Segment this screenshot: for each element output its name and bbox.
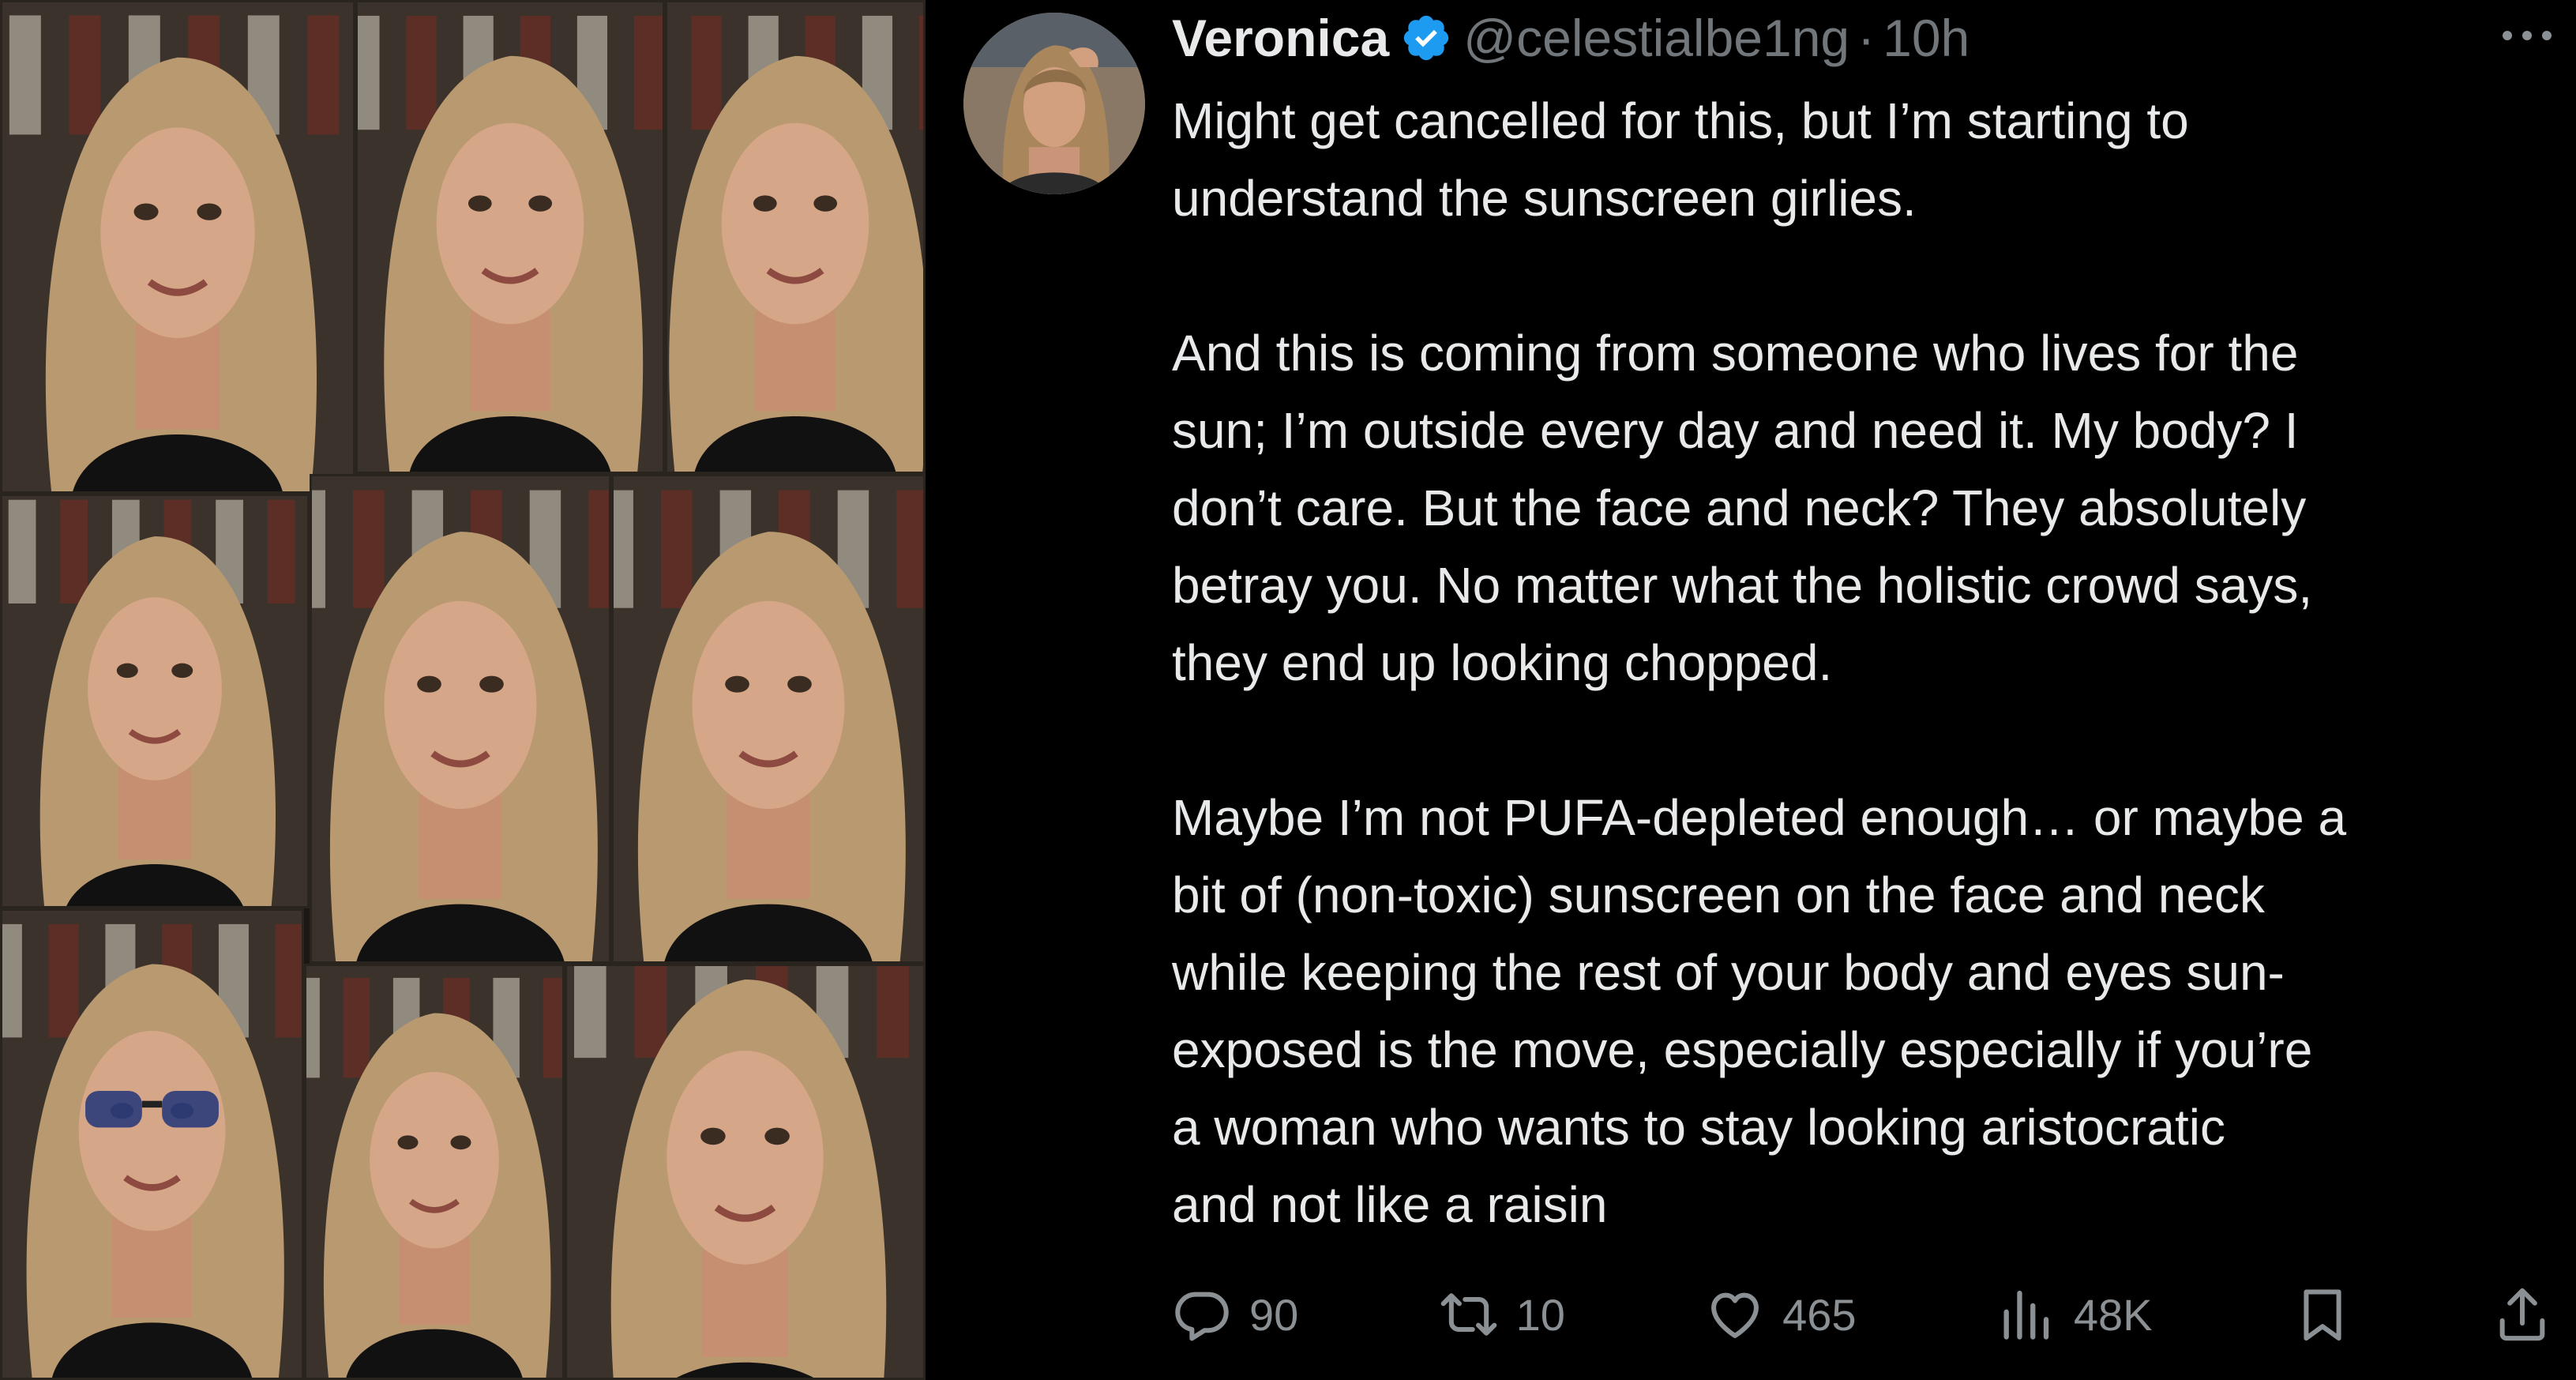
- collage-photo-7[interactable]: [0, 908, 304, 1380]
- reply-icon: [1175, 1292, 1229, 1341]
- verified-badge-icon: [1400, 12, 1452, 64]
- tweet-paragraph-1: Might get cancelled for this, but I’m st…: [1172, 82, 2562, 237]
- more-horizontal-icon: [2503, 31, 2552, 40]
- tweet-timestamp[interactable]: 10h: [1883, 5, 1970, 71]
- tweet-line: And this is coming from someone who live…: [1172, 325, 2299, 382]
- collage-photo-2[interactable]: [355, 0, 665, 474]
- tweet-paragraph-2: And this is coming from someone who live…: [1172, 314, 2562, 701]
- more-options-button[interactable]: [2495, 8, 2559, 63]
- views-bar-chart-icon: [2003, 1290, 2049, 1340]
- tweet-line: bit of (non-toxic) sunscreen on the face…: [1172, 867, 2265, 923]
- portrait-image: [2, 496, 307, 906]
- tweet-line: understand the sunscreen girlies.: [1172, 170, 1917, 227]
- tweet-line: betray you. No matter what the holistic …: [1172, 557, 2313, 614]
- tweet-line: while keeping the rest of your body and …: [1172, 944, 2285, 1001]
- reply-button[interactable]: 90: [1172, 1284, 1298, 1344]
- tweet-line: exposed is the move, especially especial…: [1172, 1021, 2313, 1078]
- views-button[interactable]: 48K: [1996, 1284, 2153, 1344]
- reply-count: 90: [1249, 1289, 1299, 1340]
- tweet-line: Might get cancelled for this, but I’m st…: [1172, 92, 2189, 149]
- tweet-paragraph-3: Maybe I’m not PUFA-depleted enough… or m…: [1172, 779, 2562, 1243]
- bookmark-button[interactable]: [2292, 1284, 2353, 1344]
- repost-count: 10: [1515, 1289, 1565, 1340]
- like-count: 465: [1782, 1289, 1857, 1340]
- share-button[interactable]: [2492, 1284, 2552, 1344]
- tweet-line: Maybe I’m not PUFA-depleted enough… or m…: [1172, 789, 2347, 846]
- portrait-image: [306, 966, 562, 1378]
- portrait-image: [2, 2, 353, 491]
- tweet-line: don’t care. But the face and neck? They …: [1172, 479, 2307, 536]
- portrait-image: [312, 476, 609, 961]
- share-icon: [2499, 1288, 2545, 1341]
- header-separator: ·: [1857, 9, 1876, 67]
- avatar[interactable]: [963, 13, 1145, 194]
- repost-button[interactable]: 10: [1439, 1284, 1565, 1344]
- user-handle[interactable]: @celestialbe1ng: [1463, 5, 1849, 71]
- avatar-image: [963, 13, 1145, 194]
- tweet: Veronica @celestialbe1ng · 10h Might get…: [926, 0, 2576, 1380]
- repost-icon: [1440, 1293, 1496, 1336]
- photo-collage[interactable]: [0, 0, 926, 1380]
- portrait-image: [567, 966, 923, 1378]
- heart-icon: [1711, 1292, 1759, 1338]
- tweet-line: a woman who wants to stay looking aristo…: [1172, 1099, 2225, 1156]
- display-name[interactable]: Veronica: [1172, 5, 1389, 71]
- tweet-action-bar: 90 10 465 48K: [1172, 1280, 2552, 1349]
- bookmark-icon: [2304, 1289, 2341, 1341]
- collage-photo-4[interactable]: [0, 494, 310, 908]
- portrait-image: [614, 476, 923, 961]
- views-count: 48K: [2073, 1289, 2153, 1340]
- collage-photo-1[interactable]: [0, 0, 355, 494]
- collage-photo-5[interactable]: [310, 474, 611, 964]
- portrait-image: [2, 911, 302, 1378]
- collage-photo-8[interactable]: [304, 964, 565, 1380]
- tweet-line: and not like a raisin: [1172, 1176, 1608, 1233]
- portrait-image: [358, 2, 663, 472]
- tweet-line: they end up looking chopped.: [1172, 634, 1833, 691]
- portrait-image: [667, 2, 923, 472]
- tweet-line: sun; I’m outside every day and need it. …: [1172, 402, 2299, 459]
- collage-photo-6[interactable]: [611, 474, 926, 964]
- like-button[interactable]: 465: [1705, 1284, 1857, 1344]
- collage-photo-9[interactable]: [565, 964, 926, 1380]
- collage-photo-3[interactable]: [665, 0, 926, 474]
- tweet-text: Might get cancelled for this, but I’m st…: [1172, 82, 2562, 1243]
- tweet-header: Veronica @celestialbe1ng · 10h: [1172, 5, 1970, 71]
